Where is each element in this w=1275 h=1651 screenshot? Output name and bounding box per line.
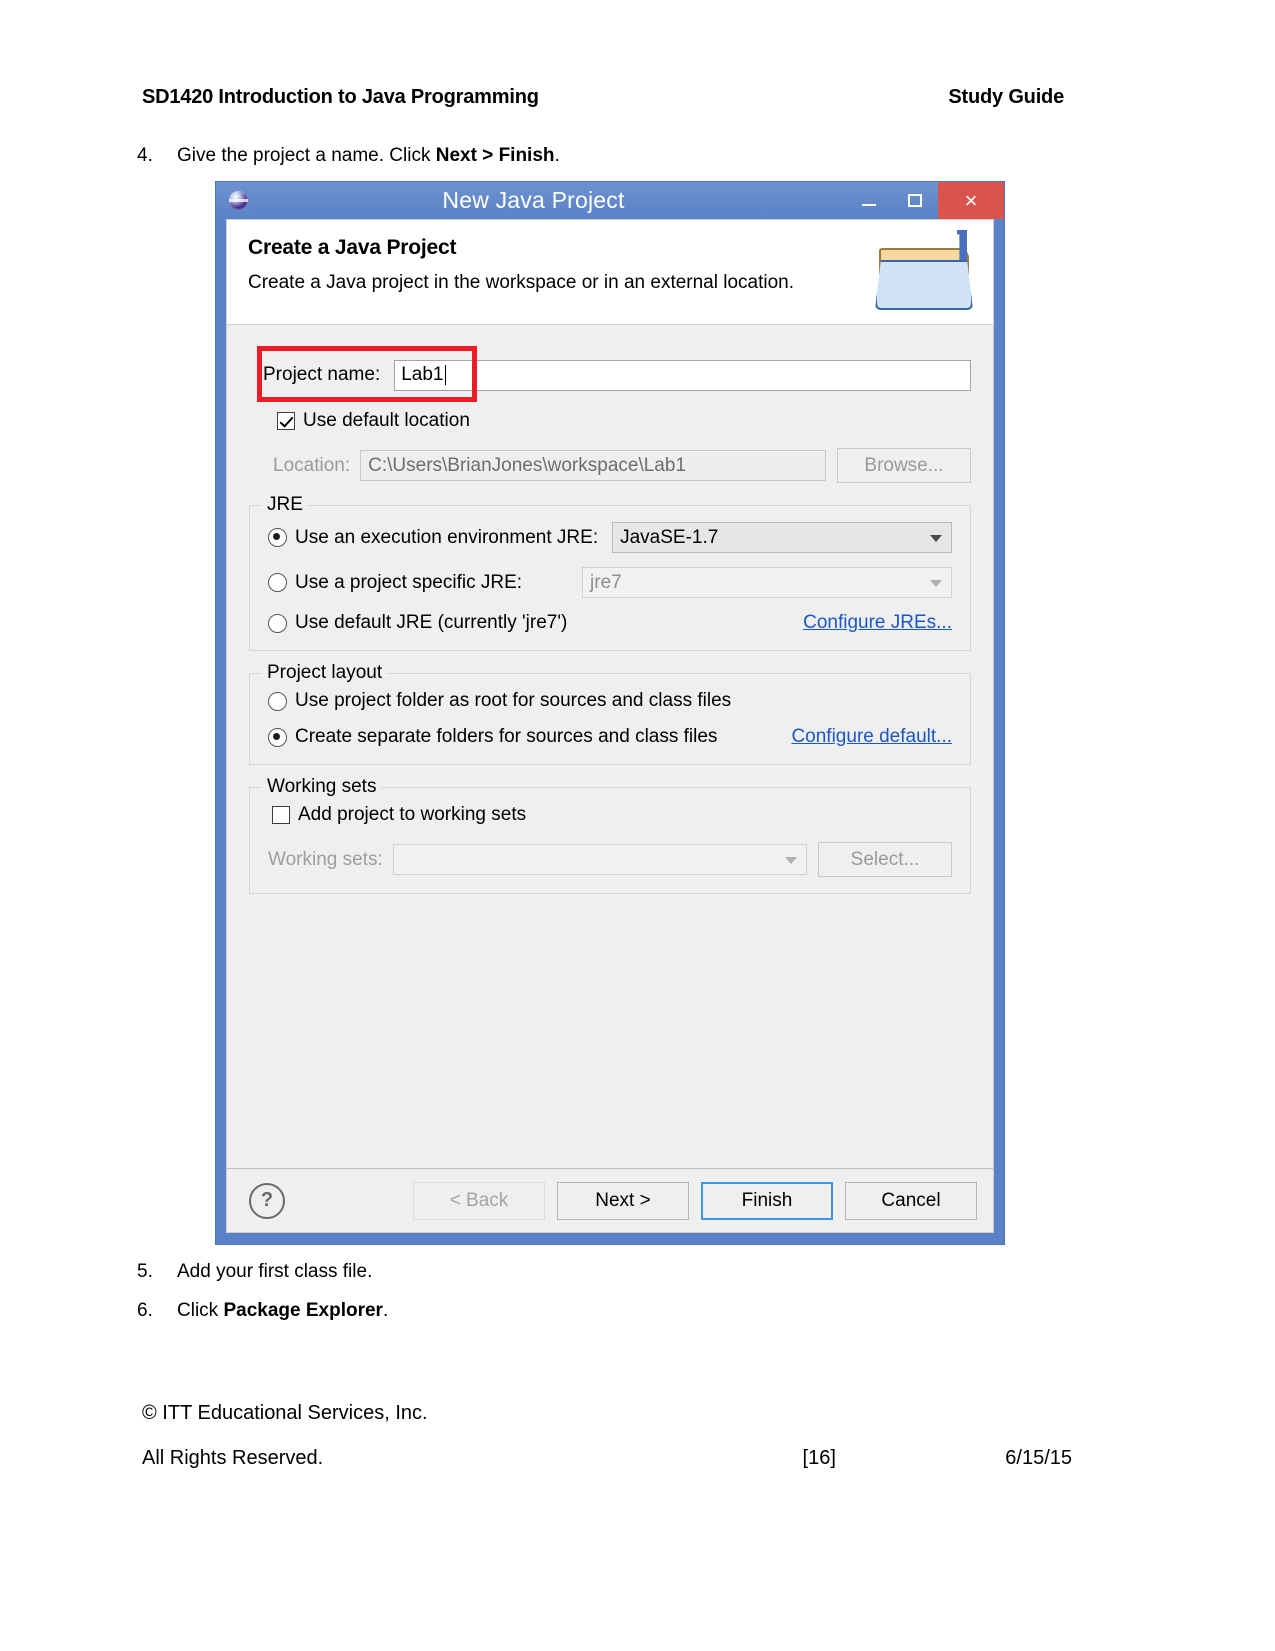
step-number: 6. (137, 1300, 153, 1321)
step-item-4: 4. Give the project a name. Click Next >… (137, 145, 560, 168)
java-project-folder-icon (873, 230, 979, 314)
minimize-button[interactable] (846, 182, 892, 219)
jre-project-specific-value: jre7 (590, 571, 622, 593)
document-header: SD1420 Introduction to Java Programming … (142, 86, 1064, 109)
step-item-6: 6. Click Package Explorer. (137, 1300, 388, 1323)
header-course-title: SD1420 Introduction to Java Programming (142, 86, 539, 108)
cancel-button[interactable]: Cancel (845, 1181, 977, 1220)
jre-group-legend: JRE (262, 494, 308, 516)
browse-button[interactable]: Browse... (837, 448, 971, 483)
step-text-pre: Click (177, 1300, 224, 1321)
add-to-working-sets-row[interactable]: Add project to working sets (272, 804, 952, 826)
footer-rights: All Rights Reserved. (142, 1447, 324, 1469)
jre-option-execution-environment[interactable]: Use an execution environment JRE: JavaSE… (268, 522, 952, 553)
step-text: Click Package Explorer. (177, 1300, 388, 1323)
select-working-sets-button: Select... (818, 842, 952, 877)
window-controls: × (846, 182, 1004, 219)
step-number: 4. (137, 145, 153, 166)
finish-button[interactable]: Finish (701, 1181, 833, 1220)
jre-option-default[interactable]: Use default JRE (currently 'jre7') Confi… (268, 612, 952, 634)
location-value: C:\Users\BrianJones\workspace\Lab1 (368, 454, 686, 476)
step-text: Add your first class file. (177, 1261, 373, 1282)
wizard-content: Project name: Lab1 Use default location … (227, 326, 993, 1168)
chevron-down-icon (930, 579, 942, 587)
project-name-row: Project name: Lab1 (249, 346, 971, 402)
step-text-bold-next: Next (435, 145, 477, 166)
use-default-location-label: Use default location (303, 410, 470, 431)
configure-jres-link[interactable]: Configure JREs... (803, 612, 952, 634)
location-label: Location: (273, 454, 351, 476)
help-icon[interactable]: ? (249, 1182, 285, 1219)
layout-separate-folders-radio[interactable] (268, 727, 287, 747)
project-layout-group: Project layout Use project folder as roo… (249, 662, 971, 765)
header-document-type: Study Guide (948, 86, 1064, 108)
jre-project-specific-combo: jre7 (582, 567, 952, 598)
add-to-working-sets-label: Add project to working sets (298, 804, 527, 825)
jre-execution-environment-value: JavaSE-1.7 (620, 526, 719, 548)
back-button: < Back (413, 1181, 545, 1220)
jre-default-label: Use default JRE (currently 'jre7') (295, 612, 568, 633)
wizard-subtext: Create a Java project in the workspace o… (248, 272, 795, 293)
step-text-bold-finish: Finish (498, 145, 555, 166)
close-button[interactable]: × (938, 182, 1004, 219)
location-input[interactable]: C:\Users\BrianJones\workspace\Lab1 (360, 450, 826, 481)
layout-project-folder-radio[interactable] (268, 691, 287, 711)
dialog-footer: ? < Back Next > Finish Cancel (227, 1168, 993, 1232)
text-caret (444, 365, 446, 385)
wizard-header: Create a Java Project Create a Java proj… (227, 220, 993, 325)
footer-row: All Rights Reserved. [16] 6/15/15 (142, 1447, 1072, 1470)
working-sets-combo (392, 844, 807, 875)
jre-execution-environment-radio[interactable] (268, 528, 287, 547)
project-name-value: Lab1 (401, 364, 444, 385)
wizard-heading: Create a Java Project (248, 236, 457, 259)
step-text-pre: Give the project a name. Click (177, 145, 436, 166)
jre-execution-environment-label: Use an execution environment JRE: (295, 526, 599, 548)
step-text-separator: > (476, 145, 499, 166)
layout-option-project-folder-root[interactable]: Use project folder as root for sources a… (268, 690, 952, 712)
jre-group: JRE Use an execution environment JRE: Ja… (249, 494, 971, 651)
step-text: Give the project a name. Click Next > Fi… (177, 145, 560, 168)
project-name-label: Project name: (263, 364, 381, 385)
footer-date: 6/15/15 (1005, 1447, 1072, 1469)
step-number: 5. (137, 1261, 153, 1282)
configure-default-link[interactable]: Configure default... (791, 726, 952, 748)
working-sets-row: Working sets: Select... (268, 842, 952, 877)
step-text-bold: Package Explorer (223, 1300, 383, 1321)
project-name-input[interactable]: Lab1 (394, 359, 971, 391)
step-item-5: 5. Add your first class file. (137, 1261, 372, 1284)
dialog-body: Create a Java Project Create a Java proj… (226, 219, 994, 1233)
jre-project-specific-radio[interactable] (268, 573, 287, 592)
chevron-down-icon (785, 856, 797, 864)
working-sets-legend: Working sets (262, 776, 382, 798)
footer-page-number: [16] (802, 1447, 836, 1469)
use-default-location-checkbox[interactable] (277, 412, 295, 430)
dialog-titlebar[interactable]: New Java Project × (216, 182, 1004, 219)
layout-option-separate-folders[interactable]: Create separate folders for sources and … (268, 726, 952, 748)
jre-option-project-specific[interactable]: Use a project specific JRE: jre7 (268, 567, 952, 598)
use-default-location-row[interactable]: Use default location (277, 410, 971, 432)
new-java-project-dialog: New Java Project × Create a Java Project… (215, 181, 1005, 1245)
jre-project-specific-label: Use a project specific JRE: (295, 571, 523, 593)
document-page: SD1420 Introduction to Java Programming … (0, 0, 1275, 1651)
layout-project-folder-label: Use project folder as root for sources a… (295, 690, 732, 711)
working-sets-label: Working sets: (268, 848, 383, 870)
chevron-down-icon (930, 534, 942, 542)
step-text-post: . (554, 145, 560, 166)
step-text-post: . (382, 1300, 389, 1321)
dialog-title: New Java Project (442, 187, 625, 213)
jre-execution-environment-combo[interactable]: JavaSE-1.7 (612, 522, 952, 553)
next-button[interactable]: Next > (557, 1181, 689, 1220)
footer-copyright: © ITT Educational Services, Inc. (142, 1402, 428, 1424)
layout-separate-folders-label: Create separate folders for sources and … (295, 726, 718, 747)
add-to-working-sets-checkbox[interactable] (272, 806, 290, 824)
maximize-button[interactable] (892, 182, 938, 219)
working-sets-group: Working sets Add project to working sets… (249, 776, 971, 894)
location-row: Location: C:\Users\BrianJones\workspace\… (273, 448, 971, 483)
jre-default-radio[interactable] (268, 613, 287, 633)
eclipse-globe-icon (227, 189, 251, 213)
project-layout-legend: Project layout (262, 662, 388, 684)
